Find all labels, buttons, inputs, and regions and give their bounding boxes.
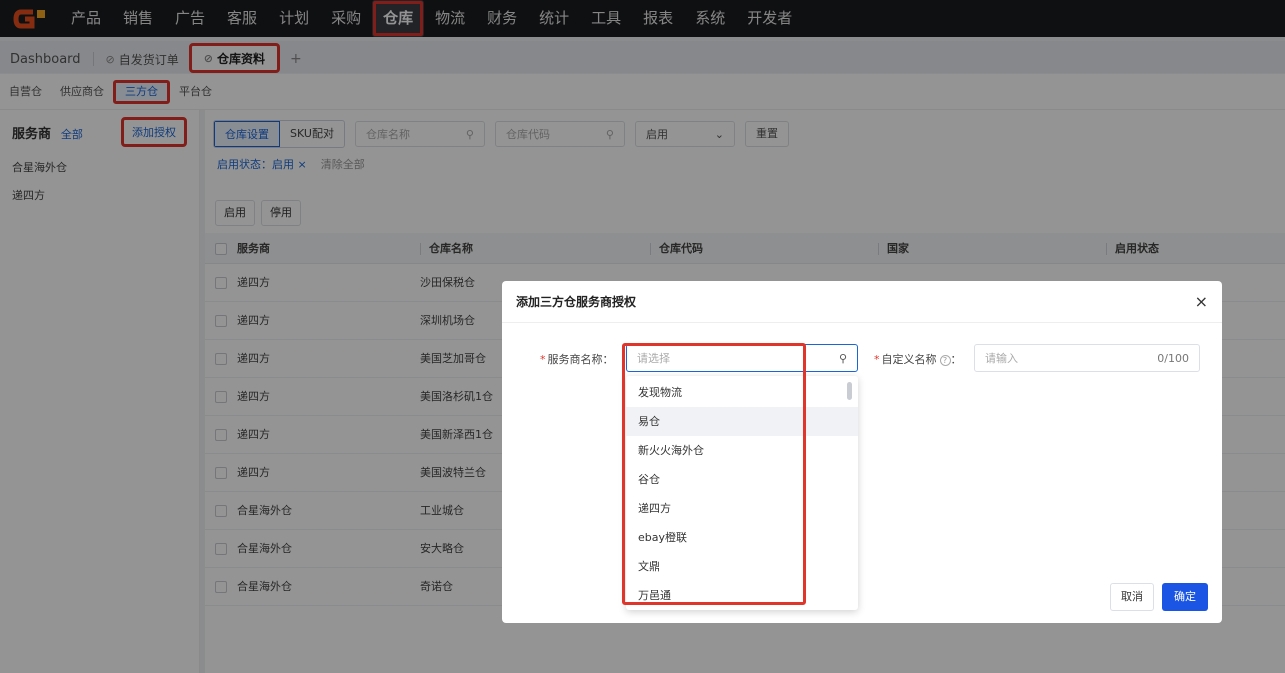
provider-option[interactable]: 发现物流 xyxy=(626,378,858,407)
alias-input[interactable]: 请输入 0/100 xyxy=(974,344,1200,372)
alias-label-text: 自定义名称 xyxy=(881,353,937,366)
provider-option[interactable]: 万邑通 xyxy=(626,581,858,610)
help-icon[interactable]: ? xyxy=(939,355,951,366)
provider-option[interactable]: ebay橙联 xyxy=(626,523,858,552)
dialog-footer: 取消 确定 xyxy=(1110,583,1208,611)
provider-option[interactable]: 易仓 xyxy=(626,407,858,436)
provider-name-select[interactable]: 请选择 ⚲ xyxy=(626,344,858,372)
alias-placeholder: 请输入 xyxy=(985,352,1018,365)
provider-option[interactable]: 文鼎 xyxy=(626,552,858,581)
provider-option-list: 发现物流 易仓 新火火海外仓 谷仓 递四方 ebay橙联 文鼎 万邑通 xyxy=(626,376,858,610)
add-provider-dialog: 添加三方仓服务商授权 × * 服务商名称： 请选择 ⚲ * 自定义名称?： 请输入 … xyxy=(502,281,1222,623)
provider-option[interactable]: 谷仓 xyxy=(626,465,858,494)
cancel-button[interactable]: 取消 xyxy=(1110,583,1154,611)
confirm-button[interactable]: 确定 xyxy=(1162,583,1208,611)
close-icon[interactable]: × xyxy=(1195,292,1208,311)
provider-name-label-text: 服务商名称： xyxy=(547,353,614,366)
dialog-title: 添加三方仓服务商授权 xyxy=(516,295,637,309)
provider-name-label: * 服务商名称： xyxy=(540,351,614,367)
dropdown-scrollbar[interactable] xyxy=(847,382,852,400)
provider-select-placeholder: 请选择 xyxy=(637,352,670,365)
provider-dropdown: 发现物流 易仓 新火火海外仓 谷仓 递四方 ebay橙联 文鼎 万邑通 xyxy=(626,376,858,610)
search-icon: ⚲ xyxy=(838,351,847,365)
required-mark: * xyxy=(540,353,546,366)
alias-label: * 自定义名称?： xyxy=(874,353,962,366)
required-mark: * xyxy=(874,353,880,366)
dialog-header: 添加三方仓服务商授权 × xyxy=(502,281,1222,323)
provider-option[interactable]: 递四方 xyxy=(626,494,858,523)
alias-char-count: 0/100 xyxy=(1157,351,1189,365)
provider-option[interactable]: 新火火海外仓 xyxy=(626,436,858,465)
